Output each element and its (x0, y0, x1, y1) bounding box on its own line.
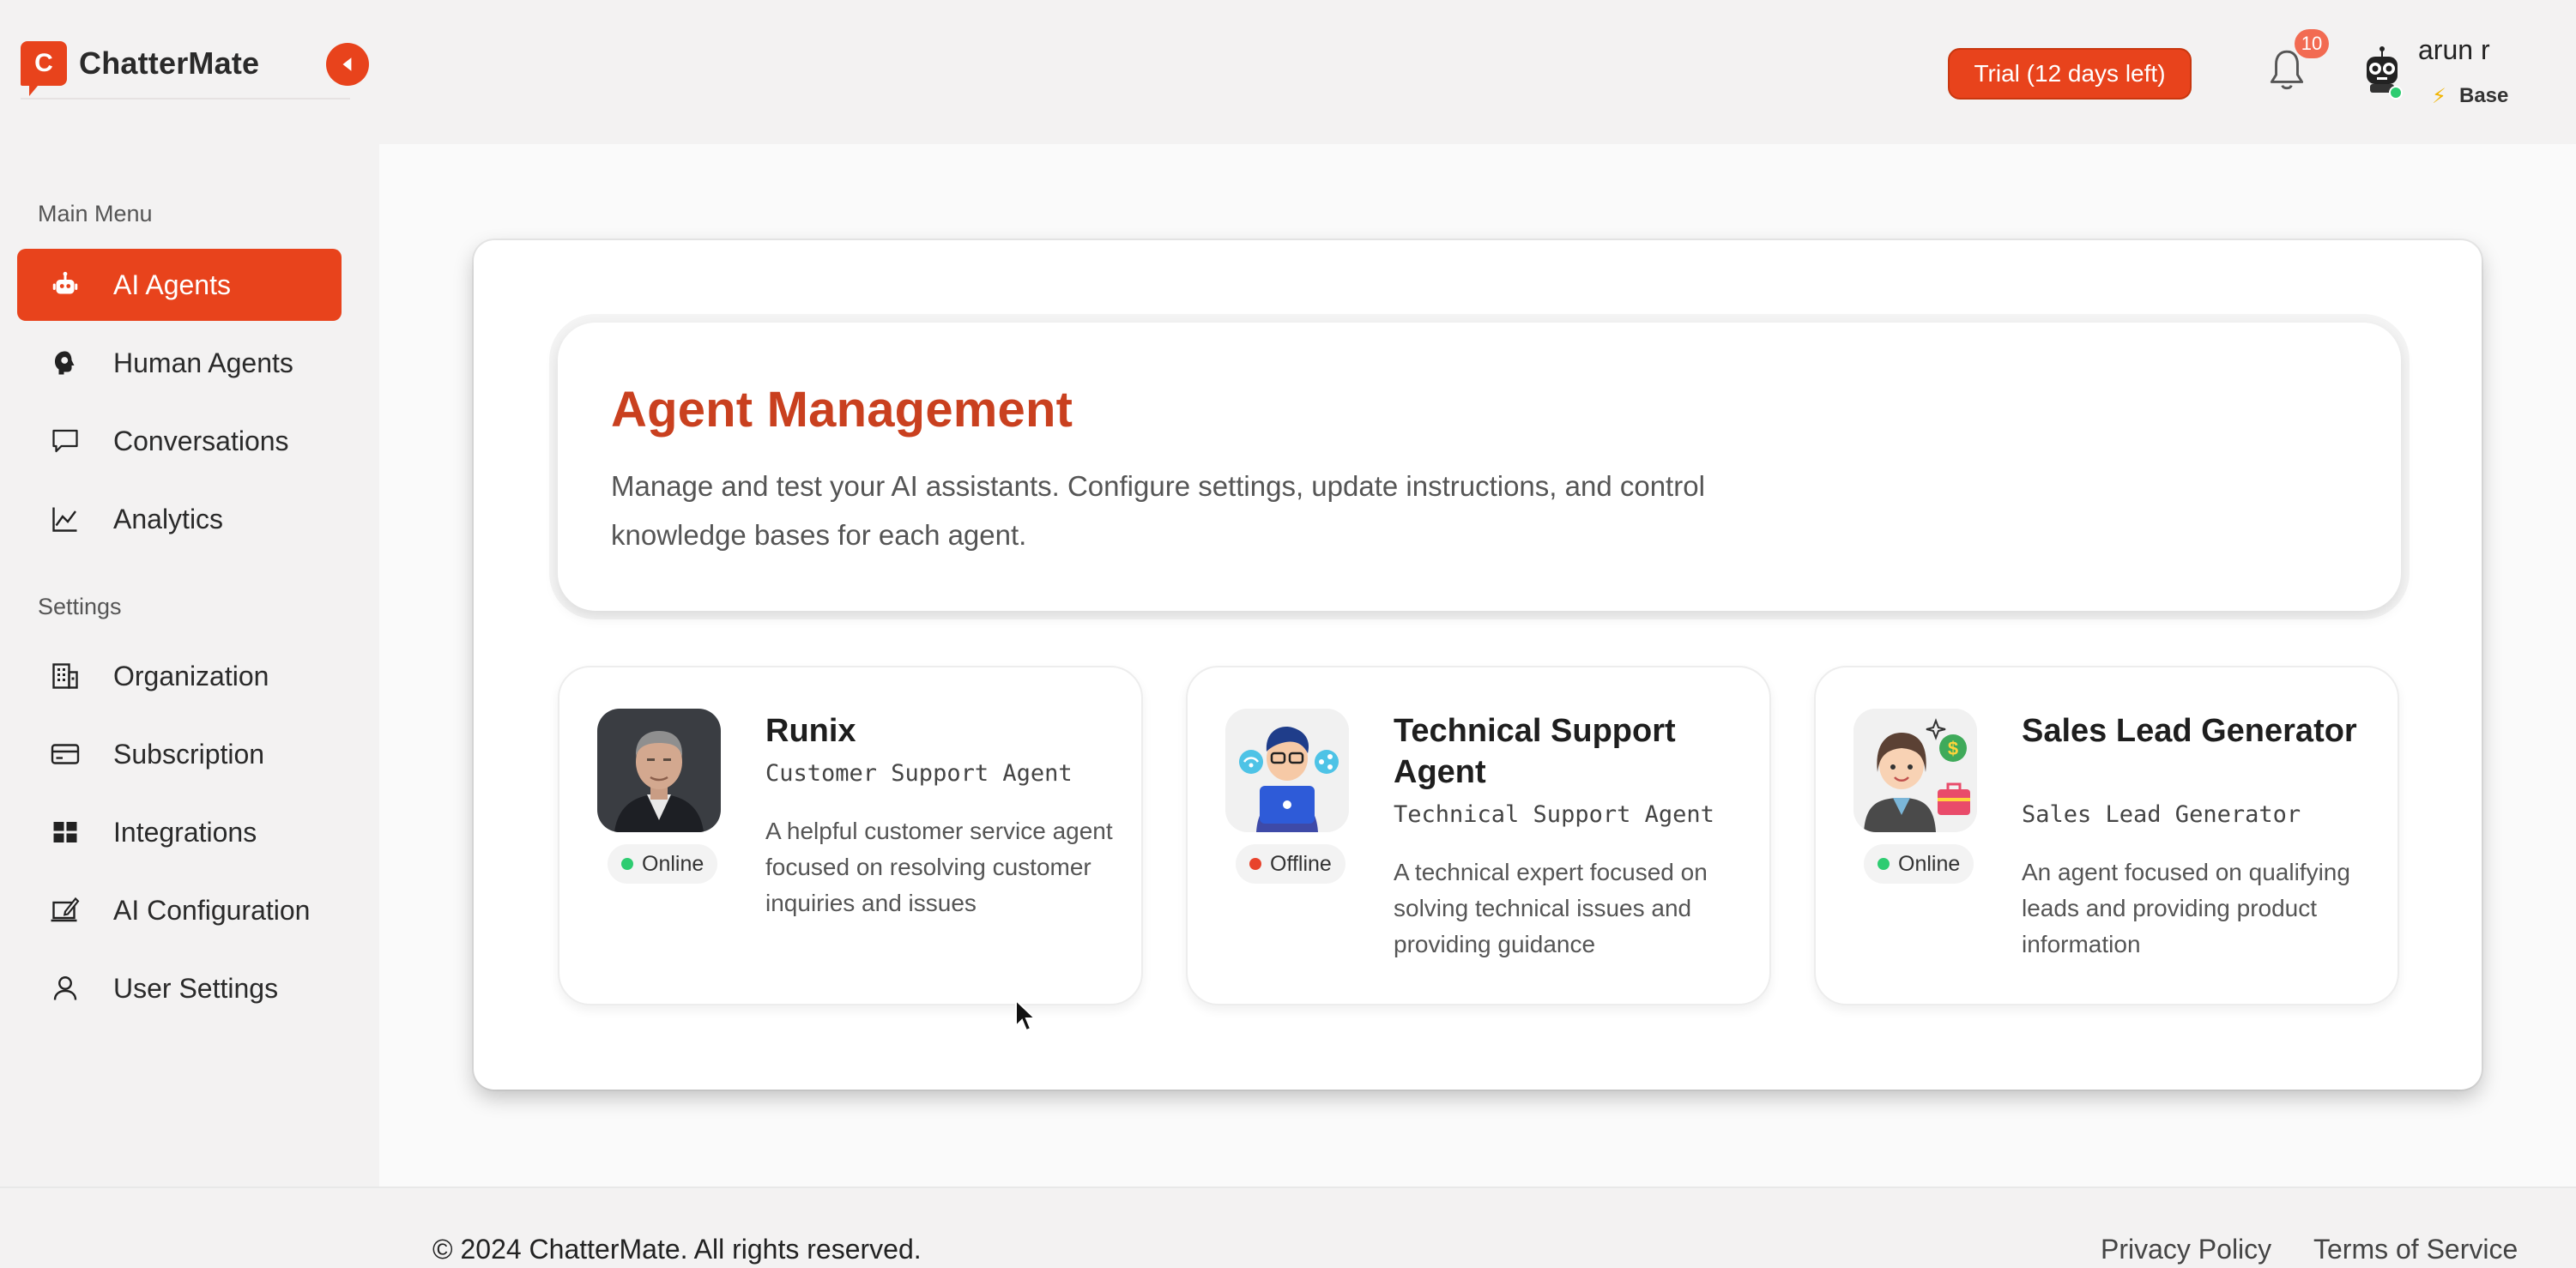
brand-logo[interactable]: C ChatterMate (21, 41, 260, 96)
agent-name: Runix (765, 713, 856, 749)
mouse-cursor-icon (1015, 999, 1037, 1032)
agent-status-badge: Offline (1236, 844, 1345, 884)
agent-card-runix[interactable]: Online Runix Customer Support Agent A he… (558, 666, 1143, 1005)
headset-icon (48, 346, 82, 380)
sidebar-item-label: AI Configuration (113, 894, 311, 926)
sidebar-item-label: Organization (113, 660, 269, 691)
svg-text:$: $ (1948, 738, 1958, 759)
sidebar-item-analytics[interactable]: Analytics (17, 483, 342, 555)
agent-avatar-runix (597, 709, 721, 832)
credit-card-icon (48, 737, 82, 771)
notification-count-badge: 10 (2295, 29, 2329, 58)
copyright-text: © 2024 ChatterMate. All rights reserved. (432, 1234, 922, 1265)
main-menu-heading: Main Menu (38, 201, 153, 226)
agent-status-badge: Online (608, 844, 718, 884)
lightning-icon: ⚡ (2432, 85, 2446, 108)
user-plan-label: Base (2459, 84, 2509, 107)
agent-status-badge: Online (1864, 844, 1974, 884)
page-description: Manage and test your AI assistants. Conf… (611, 470, 1705, 551)
sidebar-item-label: User Settings (113, 972, 279, 1004)
agent-name: Technical Support Agent (1394, 713, 1676, 790)
agent-role: Technical Support Agent (1394, 801, 1714, 828)
status-dot (1878, 858, 1890, 870)
tech-support-illustration-icon (1225, 709, 1349, 832)
sidebar-item-label: Analytics (113, 503, 224, 534)
robot-icon (48, 268, 82, 302)
agent-avatar-technical-support (1225, 709, 1349, 832)
status-text: Offline (1270, 851, 1332, 876)
edit-screen-icon (48, 893, 82, 927)
sidebar-item-ai-configuration[interactable]: AI Configuration (17, 874, 342, 946)
building-icon (48, 659, 82, 693)
agent-name: Sales Lead Generator (2022, 713, 2357, 749)
status-dot (1249, 858, 1261, 870)
agent-card-technical-support[interactable]: Offline Technical Support Agent Technica… (1186, 666, 1771, 1005)
sidebar-item-integrations[interactable]: Integrations (17, 796, 342, 868)
sidebar-item-user-settings[interactable]: User Settings (17, 952, 342, 1024)
sidebar-item-organization[interactable]: Organization (17, 640, 342, 712)
terms-of-service-link[interactable]: Terms of Service (2313, 1234, 2518, 1265)
agent-avatar-sales-lead: $ (1853, 709, 1977, 832)
sidebar-item-label: Conversations (113, 425, 289, 456)
agent-description: An agent focused on qualifying leads and… (2022, 859, 2350, 957)
status-text: Online (1898, 851, 1961, 876)
sidebar-item-label: Subscription (113, 738, 265, 770)
agent-role: Sales Lead Generator (2022, 801, 2301, 828)
collapse-sidebar-button[interactable] (326, 43, 369, 86)
saleswoman-illustration-icon: $ (1853, 709, 1977, 832)
sidebar-item-label: AI Agents (113, 269, 231, 300)
status-text: Online (642, 851, 704, 876)
agent-card-sales-lead[interactable]: $ Online Sales Lead Generator Sales Lead… (1814, 666, 2399, 1005)
sidebar-item-label: Human Agents (113, 347, 293, 378)
sidebar-item-conversations[interactable]: Conversations (17, 405, 342, 477)
sidebar-item-human-agents[interactable]: Human Agents (17, 327, 342, 399)
status-dot (621, 858, 633, 870)
agent-role: Customer Support Agent (765, 760, 1073, 787)
agent-description: A helpful customer service agent focused… (765, 818, 1113, 916)
sidebar-item-label: Integrations (113, 816, 257, 848)
trial-badge[interactable]: Trial (12 days left) (1948, 48, 2192, 100)
user-icon (48, 971, 82, 1005)
man-portrait-icon (597, 709, 721, 832)
privacy-policy-link[interactable]: Privacy Policy (2101, 1234, 2271, 1265)
settings-heading: Settings (38, 594, 122, 619)
sidebar-item-subscription[interactable]: Subscription (17, 718, 342, 790)
brand-name: ChatterMate (79, 45, 260, 81)
page-title: Agent Management (611, 382, 1073, 438)
line-chart-icon (48, 502, 82, 536)
agent-description: A technical expert focused on solving te… (1394, 859, 1708, 957)
triangle-left-icon (342, 57, 352, 71)
chat-bubble-icon (48, 424, 82, 458)
sidebar: Main Menu AI Agents Human Agents Convers… (0, 144, 379, 1186)
logo-mark-icon: C (21, 41, 67, 96)
sidebar-item-ai-agents[interactable]: AI Agents (17, 249, 342, 321)
logo-divider (21, 98, 350, 100)
user-online-indicator (2389, 86, 2403, 100)
user-name[interactable]: arun r (2418, 34, 2490, 66)
top-header: C ChatterMate Trial (12 days left) 10 ar… (0, 0, 2576, 144)
grid-icon (48, 815, 82, 849)
